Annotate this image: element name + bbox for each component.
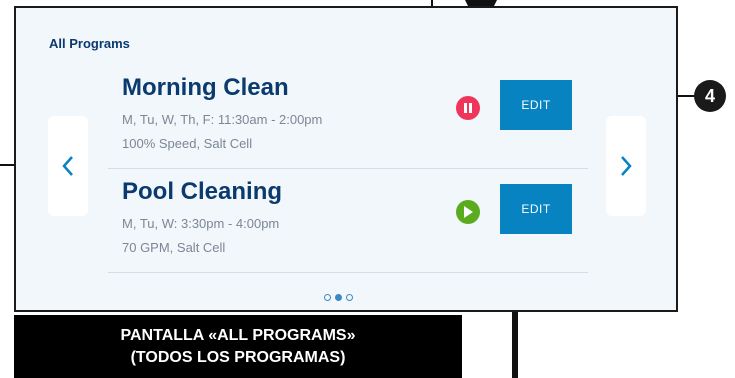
program-item: Morning Clean M, Tu, W, Th, F: 11:30am -…: [108, 64, 588, 169]
program-name: Pool Cleaning: [122, 178, 283, 205]
pagination-dots: [324, 294, 353, 301]
play-button[interactable]: [456, 200, 480, 224]
program-name: Morning Clean: [122, 74, 289, 101]
pagination-dot[interactable]: [324, 294, 331, 301]
caption-line-1: PANTALLA «ALL PROGRAMS»: [120, 326, 356, 344]
section-title: All Programs: [49, 36, 130, 51]
all-programs-screen: All Programs Morning Clean M, Tu, W, Th,…: [14, 6, 678, 312]
chevron-right-icon: [621, 156, 632, 176]
pagination-dot[interactable]: [346, 294, 353, 301]
program-schedule: M, Tu, W, Th, F: 11:30am - 2:00pm: [122, 112, 323, 127]
callout-number-badge: 4: [694, 80, 726, 112]
program-schedule: M, Tu, W: 3:30pm - 4:00pm: [122, 216, 280, 231]
caption-line-2: (TODOS LOS PROGRAMAS): [130, 348, 346, 366]
edit-button[interactable]: EDIT: [500, 184, 572, 234]
next-page-button[interactable]: [606, 116, 646, 216]
pause-icon: [464, 103, 472, 113]
program-item: Pool Cleaning M, Tu, W: 3:30pm - 4:00pm …: [108, 168, 588, 273]
prev-page-button[interactable]: [48, 116, 88, 216]
edit-button[interactable]: EDIT: [500, 80, 572, 130]
chevron-left-icon: [62, 156, 73, 176]
play-icon: [464, 206, 473, 218]
caption-box: PANTALLA «ALL PROGRAMS» (TODOS LOS PROGR…: [14, 315, 462, 378]
program-detail: 70 GPM, Salt Cell: [122, 240, 226, 255]
pause-button[interactable]: [456, 96, 480, 120]
program-detail: 100% Speed, Salt Cell: [122, 136, 253, 151]
pagination-dot-active[interactable]: [335, 294, 342, 301]
